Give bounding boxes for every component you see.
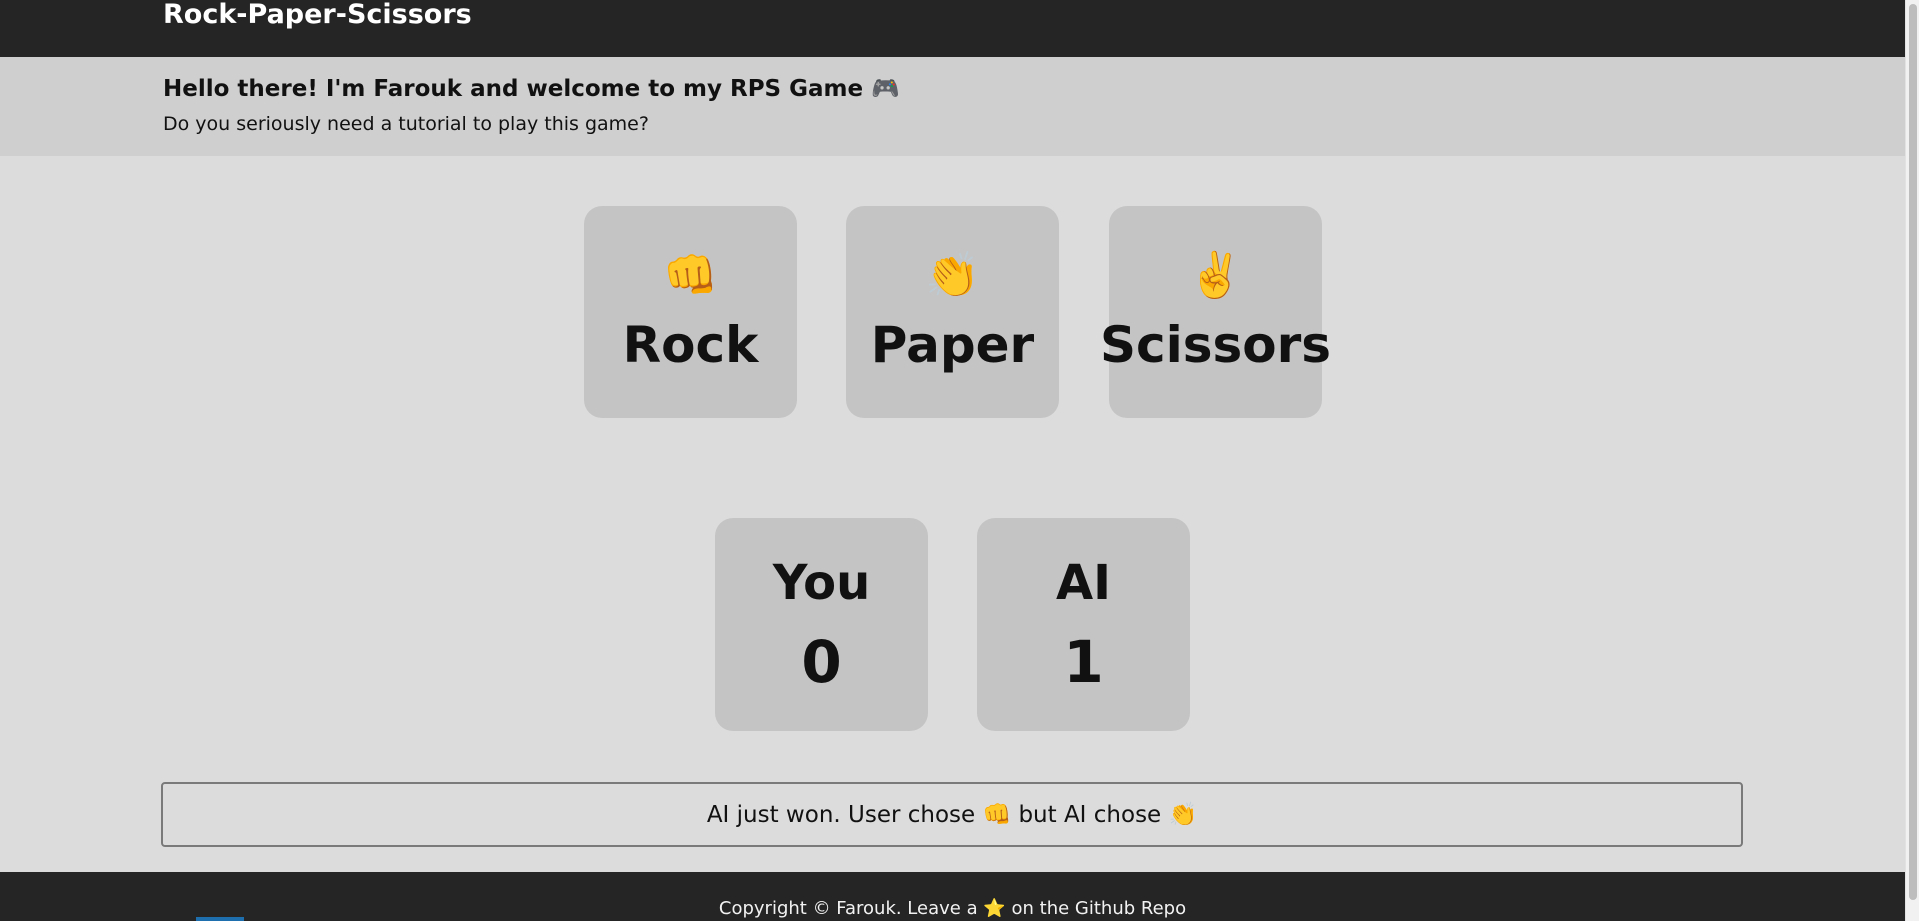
intro-subtitle: Do you seriously need a tutorial to play… bbox=[163, 113, 649, 135]
round-result-text: AI just won. User chose 👊 but AI chose 👏 bbox=[706, 802, 1198, 828]
app-title[interactable]: Rock-Paper-Scissors bbox=[163, 0, 472, 30]
user-score-card: You 0 bbox=[715, 518, 928, 731]
paper-clapping-hands-icon: 👏 bbox=[925, 250, 980, 301]
intro-banner: Hello there! I'm Farouk and welcome to m… bbox=[0, 57, 1905, 156]
rock-fist-icon: 👊 bbox=[663, 250, 718, 301]
ai-score-label: AI bbox=[1055, 554, 1111, 611]
rock-label: Rock bbox=[622, 316, 759, 374]
round-result-box: AI just won. User chose 👊 but AI chose 👏 bbox=[161, 782, 1743, 847]
footer-copyright: Copyright © Farouk. Leave a ⭐ on the Git… bbox=[0, 897, 1905, 921]
vertical-scrollbar[interactable] bbox=[1905, 0, 1919, 921]
scissors-choice-button[interactable]: ✌️ Scissors bbox=[1100, 206, 1331, 418]
footer-accent-bar bbox=[196, 917, 244, 921]
ai-score-card: AI 1 bbox=[977, 518, 1190, 731]
scrollbar-thumb[interactable] bbox=[1909, 4, 1917, 900]
footer: Copyright © Farouk. Leave a ⭐ on the Git… bbox=[0, 872, 1905, 921]
scissors-victory-hand-icon: ✌️ bbox=[1188, 250, 1243, 301]
paper-choice-button[interactable]: 👏 Paper bbox=[846, 206, 1059, 418]
ai-score-value: 1 bbox=[1063, 627, 1104, 696]
user-score-value: 0 bbox=[801, 627, 842, 696]
rock-choice-button[interactable]: 👊 Rock bbox=[584, 206, 797, 418]
top-navbar: Rock-Paper-Scissors bbox=[0, 0, 1905, 57]
intro-title: Hello there! I'm Farouk and welcome to m… bbox=[163, 76, 900, 102]
footer-copyright-text: Copyright © Farouk. Leave a bbox=[718, 898, 978, 919]
github-repo-link[interactable]: on the Github Repo bbox=[1012, 898, 1187, 919]
scissors-label: Scissors bbox=[1099, 316, 1332, 374]
paper-label: Paper bbox=[870, 316, 1035, 374]
page: Rock-Paper-Scissors Hello there! I'm Far… bbox=[0, 0, 1919, 921]
star-icon: ⭐ bbox=[983, 898, 1006, 919]
user-score-label: You bbox=[772, 554, 871, 611]
